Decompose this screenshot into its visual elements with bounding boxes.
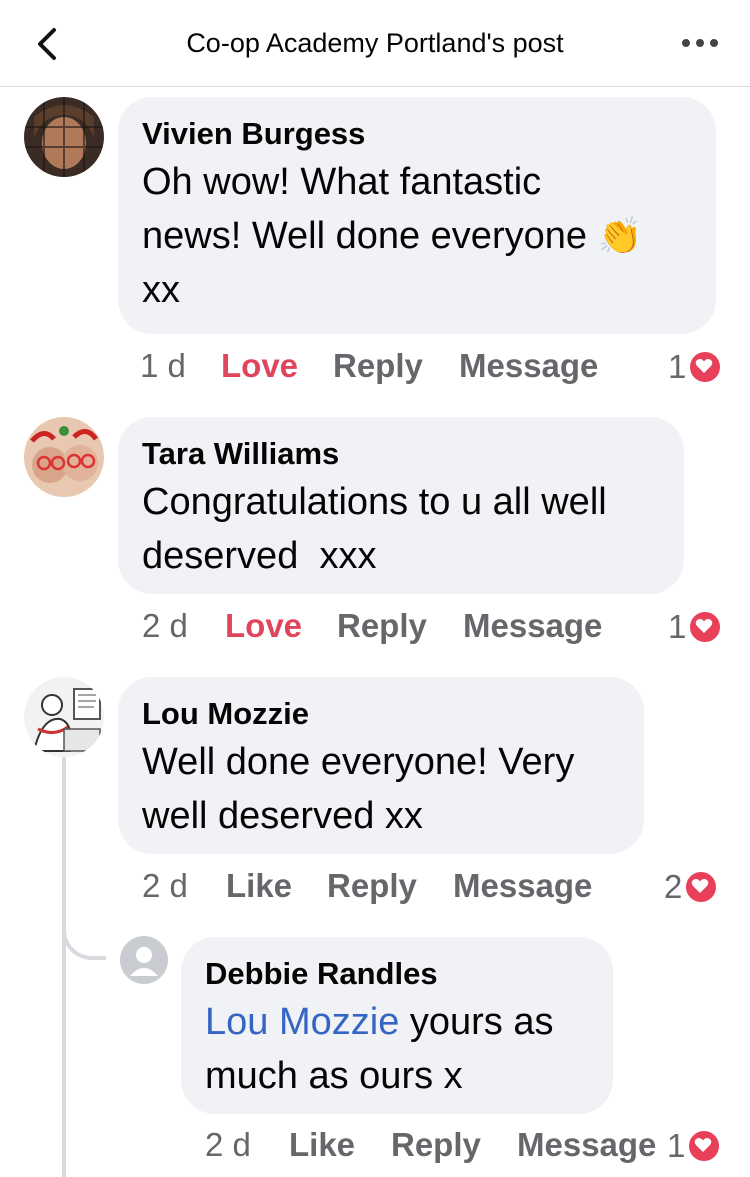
reply-time: 2 d — [205, 1126, 251, 1163]
comment-author[interactable]: Lou Mozzie — [142, 695, 620, 733]
reply-text: Lou Mozzie yours as much as ours x — [205, 1001, 554, 1097]
comment-text: Congratulations to u all well deserved x… — [142, 481, 607, 577]
thread-line — [62, 757, 66, 1177]
reply-button[interactable]: Reply — [333, 347, 423, 385]
love-button[interactable]: Love — [225, 607, 302, 645]
like-button[interactable]: Like — [226, 867, 292, 905]
message-button[interactable]: Message — [463, 607, 602, 645]
clapping-hands-emoji: 👏 — [597, 215, 643, 256]
mention-link[interactable]: Lou Mozzie — [205, 1001, 399, 1043]
comment-actions: 2 d Like Reply Message — [140, 867, 730, 911]
more-options-icon[interactable] — [678, 28, 722, 58]
comment-bubble: Vivien Burgess Oh wow! What fantastic ne… — [118, 97, 716, 334]
heart-icon — [688, 610, 723, 644]
reaction-count[interactable]: 1 — [667, 1126, 722, 1166]
comment-actions: 1 d Love Reply Message — [140, 347, 730, 391]
reply-bubble: Debbie Randles Lou Mozzie yours as much … — [181, 937, 613, 1114]
comment-time: 1 d — [140, 347, 186, 384]
reply-author[interactable]: Debbie Randles — [205, 955, 589, 993]
message-button[interactable]: Message — [459, 347, 598, 385]
message-button[interactable]: Message — [517, 1126, 656, 1164]
like-button[interactable]: Like — [289, 1126, 355, 1164]
reaction-count[interactable]: 1 — [668, 347, 723, 387]
reply-actions: 2 d Like Reply Message — [205, 1126, 745, 1170]
heart-icon — [684, 870, 719, 904]
comment-text: Well done everyone! Very well deserved x… — [142, 741, 575, 837]
avatar[interactable] — [24, 677, 104, 757]
reaction-count[interactable]: 1 — [668, 607, 723, 647]
comment-author[interactable]: Tara Williams — [142, 435, 660, 473]
message-button[interactable]: Message — [453, 867, 592, 905]
reaction-count[interactable]: 2 — [664, 867, 719, 907]
top-bar: Co-op Academy Portland's post — [0, 0, 750, 87]
heart-icon — [688, 350, 723, 384]
comment-bubble: Lou Mozzie Well done everyone! Very well… — [118, 677, 644, 854]
heart-icon — [687, 1129, 722, 1163]
comment-author[interactable]: Vivien Burgess — [142, 115, 692, 153]
thread-connector — [62, 900, 106, 960]
page-title: Co-op Academy Portland's post — [186, 28, 564, 58]
avatar[interactable] — [24, 417, 104, 497]
comment-time: 2 d — [142, 867, 188, 904]
avatar[interactable] — [120, 936, 168, 984]
comment-time: 2 d — [142, 607, 188, 644]
avatar[interactable] — [24, 97, 104, 177]
reply-button[interactable]: Reply — [391, 1126, 481, 1164]
reply-button[interactable]: Reply — [327, 867, 417, 905]
love-button[interactable]: Love — [221, 347, 298, 385]
comment-actions: 2 d Love Reply Message — [140, 607, 730, 651]
comment-text: Oh wow! What fantastic news! Well done e… — [142, 161, 643, 311]
comment-bubble: Tara Williams Congratulations to u all w… — [118, 417, 684, 594]
reply-button[interactable]: Reply — [337, 607, 427, 645]
